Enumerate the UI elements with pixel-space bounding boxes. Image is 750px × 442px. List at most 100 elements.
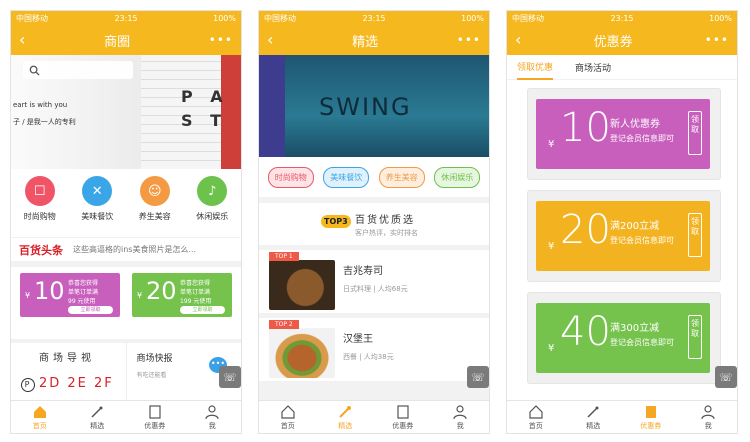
coupon-currency: ¥	[137, 291, 143, 300]
rank-badge: TOP 2	[269, 320, 299, 329]
coupon-face: ¥ 10 新人优惠券 登记会员信息即可 领取	[536, 99, 710, 169]
category-label: 休闲娱乐	[196, 212, 229, 221]
magic-wand-icon	[587, 406, 599, 418]
tab-bar: 首页 精选 优惠券 我	[11, 400, 241, 433]
banner-big-text: P A S T	[181, 87, 229, 130]
mall-guide-title: 商场导视	[39, 353, 95, 364]
receive-button[interactable]: 领取	[688, 111, 702, 155]
coupon-face: ¥ 20 满200立减 登记会员信息即可 领取	[536, 201, 710, 271]
coupon-amount: 40	[560, 309, 611, 355]
coupon-amount: 10	[34, 277, 65, 305]
restaurant-name: 汉堡王	[343, 334, 373, 345]
coupon-row: ¥ 10 恭喜您获得 单笔订单满 99 元使用 立即领取 ¥ 20 恭喜您获得 单笔订…	[11, 267, 241, 339]
tab-bar: 首页 精选 优惠券 我	[259, 400, 489, 433]
coupon-condition: 登记会员信息即可	[610, 338, 674, 347]
banner-decor	[259, 55, 285, 157]
customer-service-icon[interactable]: ☏	[219, 366, 241, 388]
receive-button[interactable]: 领取	[688, 213, 702, 257]
restaurant-name: 吉兆寿司	[343, 266, 383, 277]
pill-leisure[interactable]: 休闲娱乐	[434, 166, 481, 188]
banner-word: SWING	[319, 93, 412, 121]
claim-button[interactable]: 立即领取	[180, 306, 225, 314]
mic-icon: ♪	[197, 176, 228, 206]
restaurant-meta: 西餐 | 人均38元	[343, 353, 394, 361]
coupon-face: ¥ 40 满300立减 登记会员信息即可 领取	[536, 303, 710, 373]
back-icon[interactable]: ‹	[267, 32, 273, 48]
tab-featured[interactable]: 精选	[317, 401, 375, 433]
battery-label: 100%	[461, 13, 484, 23]
category-leisure[interactable]: ♪ 休闲娱乐	[184, 176, 242, 237]
tab-me[interactable]: 我	[184, 401, 242, 433]
tab-home[interactable]: 首页	[11, 401, 69, 433]
tab-me[interactable]: 我	[680, 401, 738, 433]
receive-button[interactable]: 领取	[688, 315, 702, 359]
coupon-card[interactable]: ¥ 20 满200立减 登记会员信息即可 领取	[527, 190, 721, 282]
banner[interactable]: SWING	[259, 55, 489, 157]
pill-beauty[interactable]: 养生美容	[378, 166, 425, 188]
page-title: 商圈	[104, 34, 131, 50]
battery-label: 100%	[709, 13, 732, 23]
banner[interactable]: P A S T eart is with you 子 / 是我一人的专利	[11, 55, 241, 169]
list-item[interactable]: TOP 2 汉堡王 西餐 | 人均38元	[259, 318, 489, 381]
top3-badge: TOP3	[321, 215, 351, 228]
more-icon[interactable]: •••	[209, 33, 233, 47]
magic-wand-icon	[91, 406, 103, 418]
restaurant-thumbnail	[269, 328, 335, 378]
category-row: ☐ 时尚购物 ✕ 美味餐饮 ☺ 养生美容 ♪ 休闲娱乐	[11, 169, 241, 237]
coupon-card[interactable]: ¥ 20 恭喜您获得 单笔订单满 199 元使用 立即领取	[132, 273, 232, 317]
coupon-terms: 恭喜您获得 单笔订单满 99 元使用	[68, 280, 99, 305]
time-label: 23:15	[362, 13, 386, 23]
tab-claim-coupons[interactable]: 领取优惠	[517, 55, 554, 80]
coupon-card[interactable]: ¥ 40 满300立减 登记会员信息即可 领取	[527, 292, 721, 384]
category-label: 时尚购物	[23, 212, 56, 221]
rank-badge: TOP 1	[269, 252, 299, 261]
user-icon	[205, 404, 219, 419]
pill-dining[interactable]: 美味餐饮	[323, 166, 370, 188]
parking-icon: P	[21, 378, 35, 392]
status-bar: 中国移动 23:15 100%	[507, 11, 737, 25]
customer-service-icon[interactable]: ☏	[715, 366, 737, 388]
time-label: 23:15	[114, 13, 138, 23]
coupon-card[interactable]: ¥ 10 恭喜您获得 单笔订单满 99 元使用 立即领取	[20, 273, 120, 317]
tab-mall-events[interactable]: 商场活动	[575, 56, 611, 79]
tab-coupons[interactable]: 优惠券	[622, 401, 680, 433]
tab-featured[interactable]: 精选	[69, 401, 127, 433]
category-beauty[interactable]: ☺ 养生美容	[126, 176, 184, 237]
more-icon[interactable]: •••	[457, 33, 481, 47]
nav-bar: ‹ 精选 •••	[259, 25, 489, 55]
search-input[interactable]	[23, 61, 133, 79]
tab-home[interactable]: 首页	[507, 401, 565, 433]
status-bar: 中国移动 23:15 100%	[11, 11, 241, 25]
tab-featured[interactable]: 精选	[565, 401, 623, 433]
category-shopping[interactable]: ☐ 时尚购物	[11, 176, 69, 237]
banner-text: 子 / 是我一人的专利	[13, 118, 76, 126]
category-dining[interactable]: ✕ 美味餐饮	[69, 176, 127, 237]
mall-guide-panel[interactable]: 商场导视 P 2D 2E 2F	[11, 343, 127, 402]
tab-me[interactable]: 我	[432, 401, 490, 433]
bag-icon: ☐	[24, 176, 55, 206]
home-icon	[33, 405, 46, 418]
coupon-title: 满200立减	[610, 221, 660, 232]
tab-coupons[interactable]: 优惠券	[126, 401, 184, 433]
carrier-label: 中国移动	[16, 13, 48, 23]
user-icon	[453, 404, 467, 419]
list-item[interactable]: TOP 1 吉兆寿司 日式料理 | 人均68元	[259, 250, 489, 313]
floor-list: P 2D 2E 2F	[21, 376, 116, 392]
back-icon[interactable]: ‹	[19, 32, 25, 48]
headline-text: 这些高逼格的ins美食照片是怎么...	[73, 245, 197, 254]
tab-home[interactable]: 首页	[259, 401, 317, 433]
more-icon[interactable]: •••	[705, 33, 729, 47]
headline-bar[interactable]: 百货头条 这些高逼格的ins美食照片是怎么...	[11, 238, 241, 261]
tab-coupons[interactable]: 优惠券	[374, 401, 432, 433]
back-icon[interactable]: ‹	[515, 32, 521, 48]
user-icon	[701, 404, 715, 419]
customer-service-icon[interactable]: ☏	[467, 366, 489, 388]
search-icon	[29, 65, 40, 76]
phone-screen-coupons: 中国移动 23:15 100% ‹ 优惠券 ••• 领取优惠 商场活动 ¥ 10…	[506, 10, 738, 434]
pill-shopping[interactable]: 时尚购物	[267, 166, 314, 188]
top3-title: 百货优质选	[355, 215, 415, 226]
claim-button[interactable]: 立即领取	[68, 306, 113, 314]
coupon-card[interactable]: ¥ 10 新人优惠券 登记会员信息即可 领取	[527, 88, 721, 180]
banner-text: eart is with you	[13, 101, 68, 109]
nav-bar: ‹ 优惠券 •••	[507, 25, 737, 55]
